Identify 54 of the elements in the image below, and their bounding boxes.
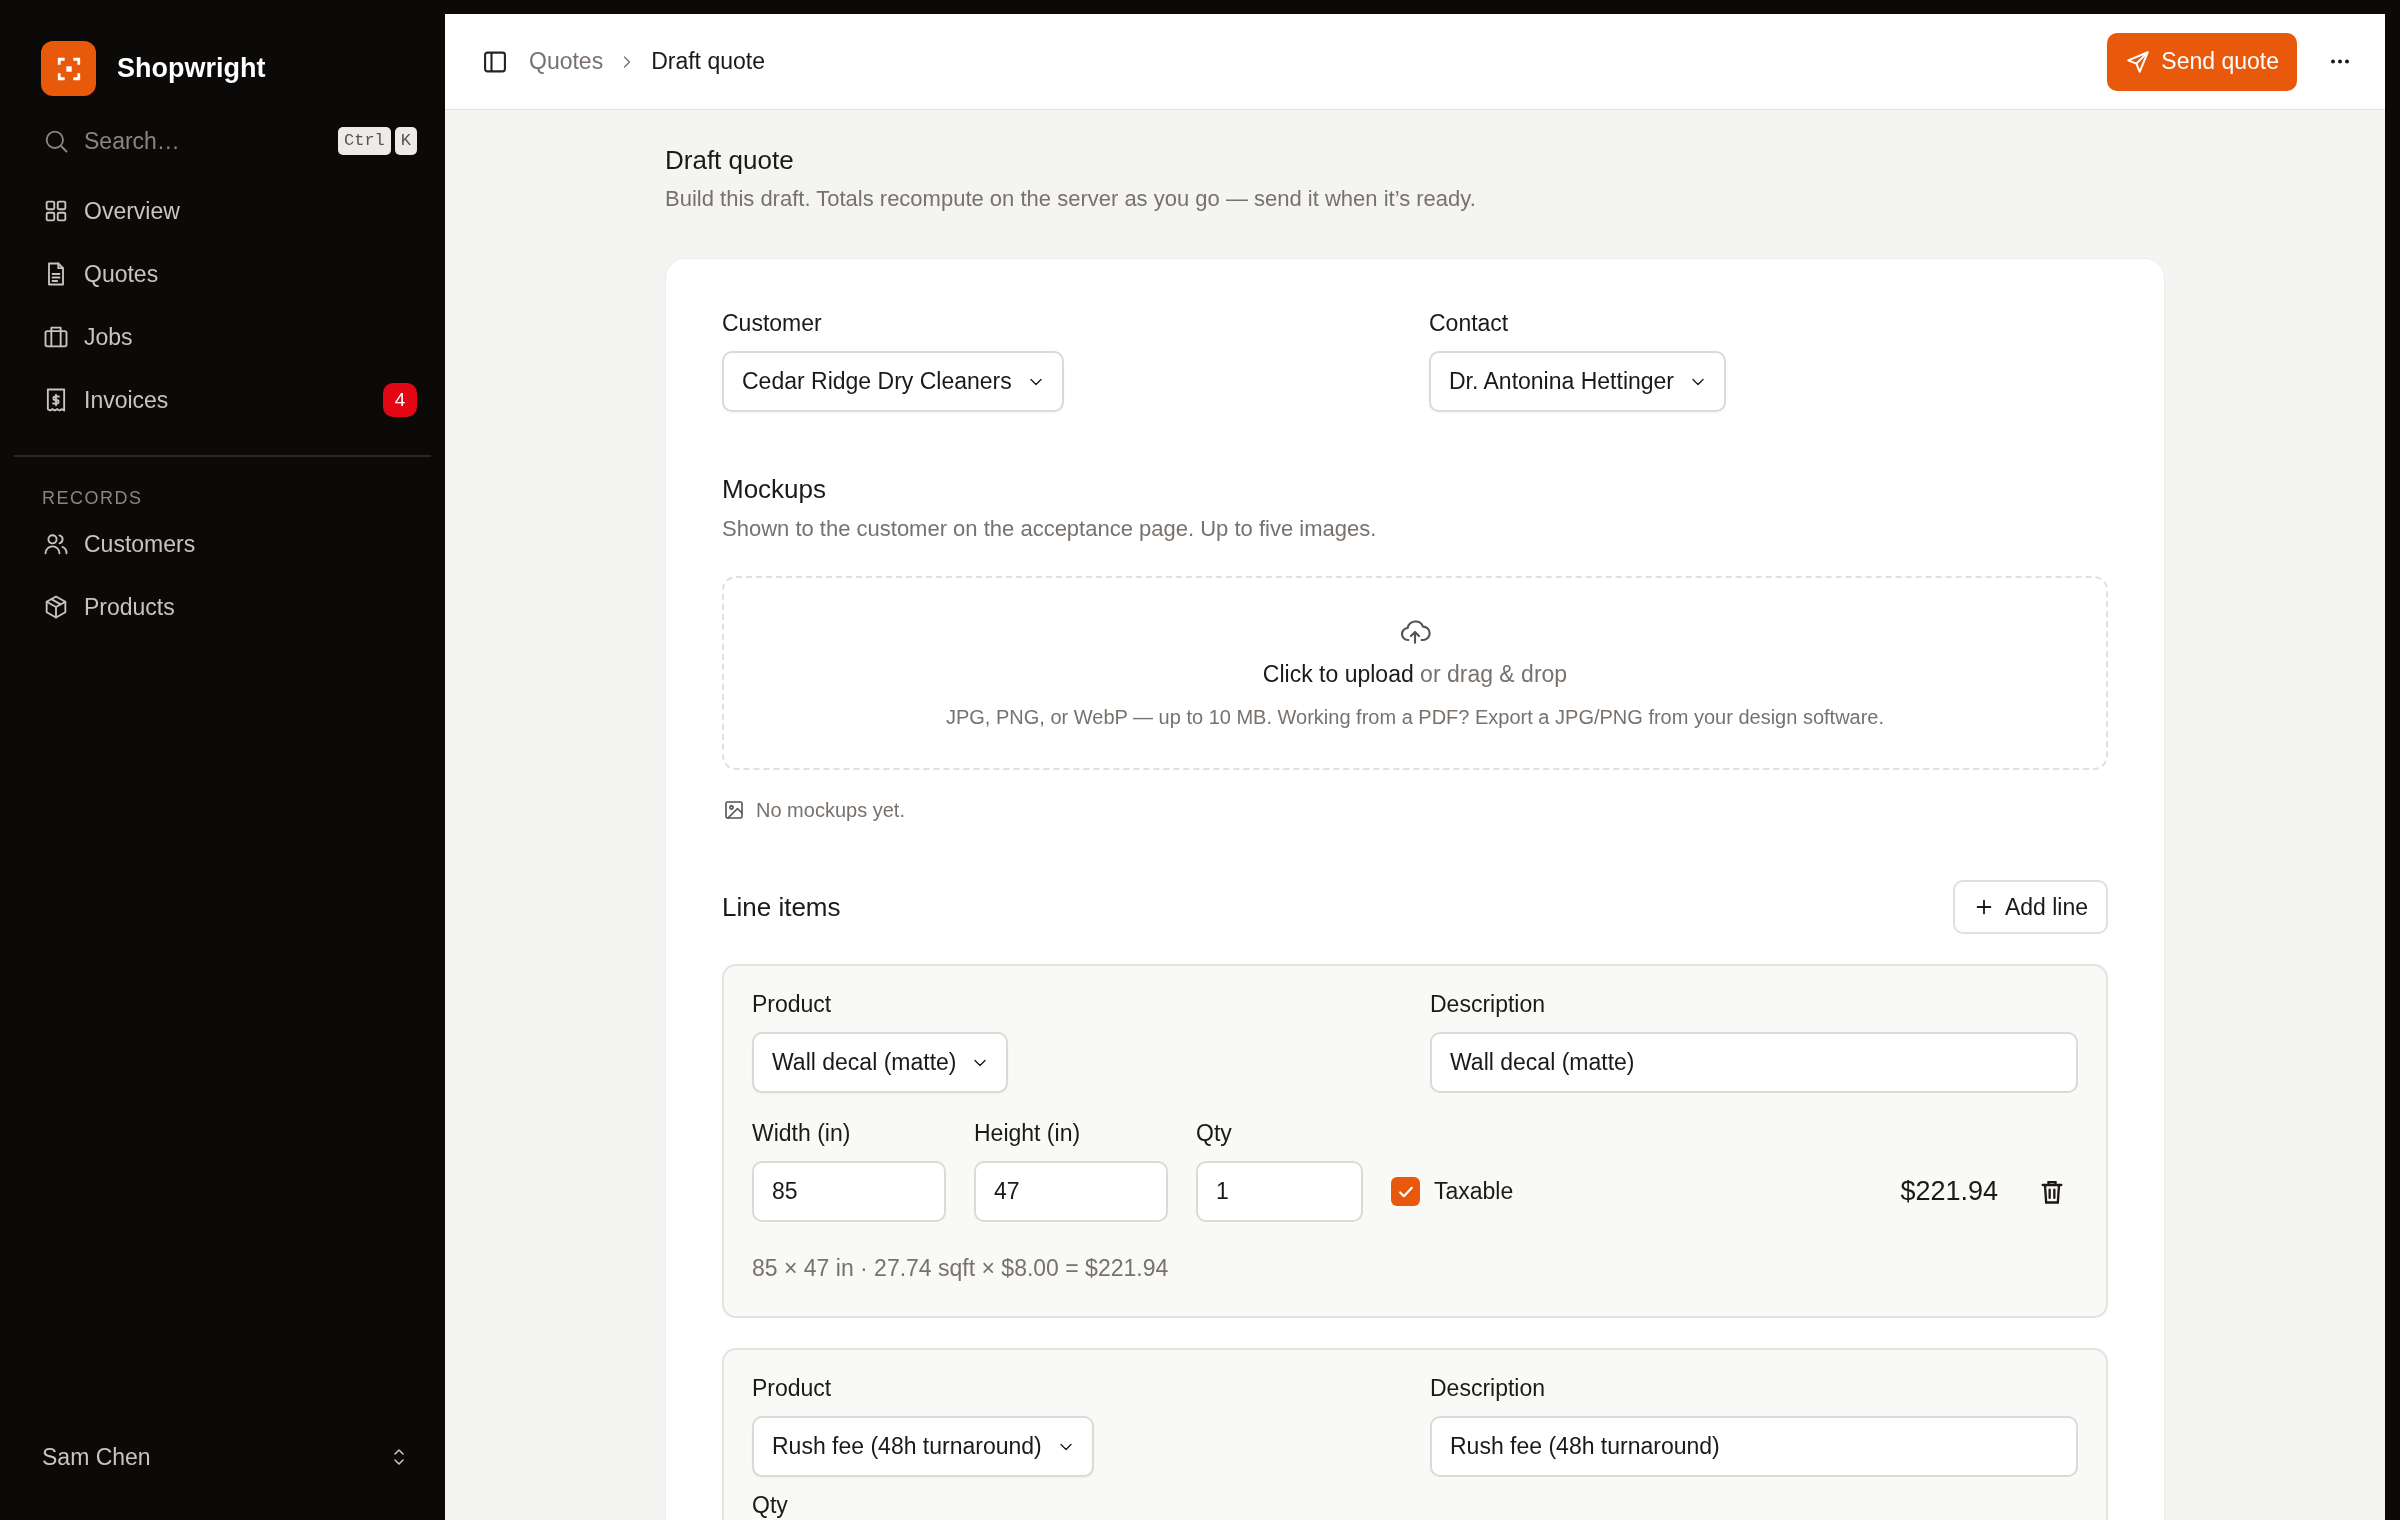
nav-item[interactable]: Customers <box>14 519 431 569</box>
input-field[interactable]: 85 <box>752 1161 946 1222</box>
checkbox-label: Taxable <box>1434 1177 1514 1207</box>
field-label: Qty <box>1196 1119 1233 1147</box>
image-icon <box>722 798 746 822</box>
upload-text: or drag & drop <box>1420 661 1568 687</box>
nav-item[interactable]: Quotes <box>14 249 431 299</box>
section-title: RECORDS <box>41 487 144 510</box>
section-heading: Mockups <box>722 473 828 506</box>
page-title: Draft quote <box>665 144 795 177</box>
shortcut-key: Ctrl <box>338 127 391 155</box>
input-field[interactable]: 1 <box>1196 1161 1363 1222</box>
field-label: Product <box>752 1374 833 1402</box>
upload-link[interactable]: Click to upload <box>1262 661 1414 687</box>
dropdown[interactable]: Wall decal (matte) <box>752 1032 1009 1093</box>
upload-hint: JPG, PNG, or WebP — up to 10 MB. Working from a PDF? Export a JPG/PNG from your design software. <box>945 705 1885 730</box>
brand-name: Shopwright <box>117 52 266 86</box>
field-label: Contact <box>1429 309 1510 337</box>
section-heading: Line items <box>722 890 841 924</box>
field-label: Description <box>1430 990 1547 1018</box>
nav-item[interactable]: Invoices 4 <box>14 375 431 425</box>
checkbox[interactable] <box>1391 1177 1420 1206</box>
field-label: Qty <box>752 1491 789 1519</box>
add-line-button[interactable]: Add line <box>1952 880 2108 934</box>
dropdown[interactable]: Dr. Antonina Hettinger <box>1429 351 1727 412</box>
upload-dropzone[interactable]: Click to upload or drag & drop JPG, PNG, or WebP — up to 10 MB. Working from a PDF? Export a JPG/PNG from your design software. <box>722 576 2108 770</box>
field-label: Customer <box>722 309 823 337</box>
input-field[interactable]: Wall decal (matte) <box>1430 1032 2078 1093</box>
field-label: Description <box>1430 1374 1547 1402</box>
ellipsis-icon <box>2329 59 2351 64</box>
search-field[interactable]: Search… <box>70 123 334 159</box>
line-formula: 85 × 47 in · 27.74 sqft × $8.00 = $221.94 <box>752 1254 1170 1282</box>
page-subtitle: Build this draft. Totals recompute on the server as you go — send it when it’s ready. <box>665 185 1477 213</box>
nav-item[interactable]: Overview <box>14 186 431 236</box>
logo-icon <box>41 41 96 96</box>
send-icon <box>2125 48 2152 75</box>
field-label: Height (in) <box>974 1119 1082 1147</box>
section-description: Shown to the customer on the acceptance page. Up to five images. <box>722 515 1378 543</box>
breadcrumb-current: Draft quote <box>651 47 765 77</box>
count-badge: 4 <box>383 383 417 417</box>
field-label: Width (in) <box>752 1119 852 1147</box>
user-name[interactable]: Sam Chen <box>42 1439 151 1474</box>
field-label: Product <box>752 990 833 1018</box>
input-field[interactable]: 47 <box>974 1161 1168 1222</box>
shortcut-key: K <box>394 127 417 155</box>
line-total: $221.94 <box>1900 1175 1998 1209</box>
dropdown[interactable]: Rush fee (48h turnaround) <box>752 1416 1094 1477</box>
dropdown[interactable]: Cedar Ridge Dry Cleaners <box>722 351 1064 412</box>
nav-item[interactable]: Products <box>14 582 431 632</box>
nav-item[interactable]: Jobs <box>14 312 431 362</box>
empty-message: No mockups yet. <box>756 798 905 823</box>
input-field[interactable]: Rush fee (48h turnaround) <box>1430 1416 2078 1477</box>
breadcrumb-link[interactable]: Quotes <box>529 44 604 79</box>
send-button[interactable]: Send quote <box>2107 32 2297 91</box>
